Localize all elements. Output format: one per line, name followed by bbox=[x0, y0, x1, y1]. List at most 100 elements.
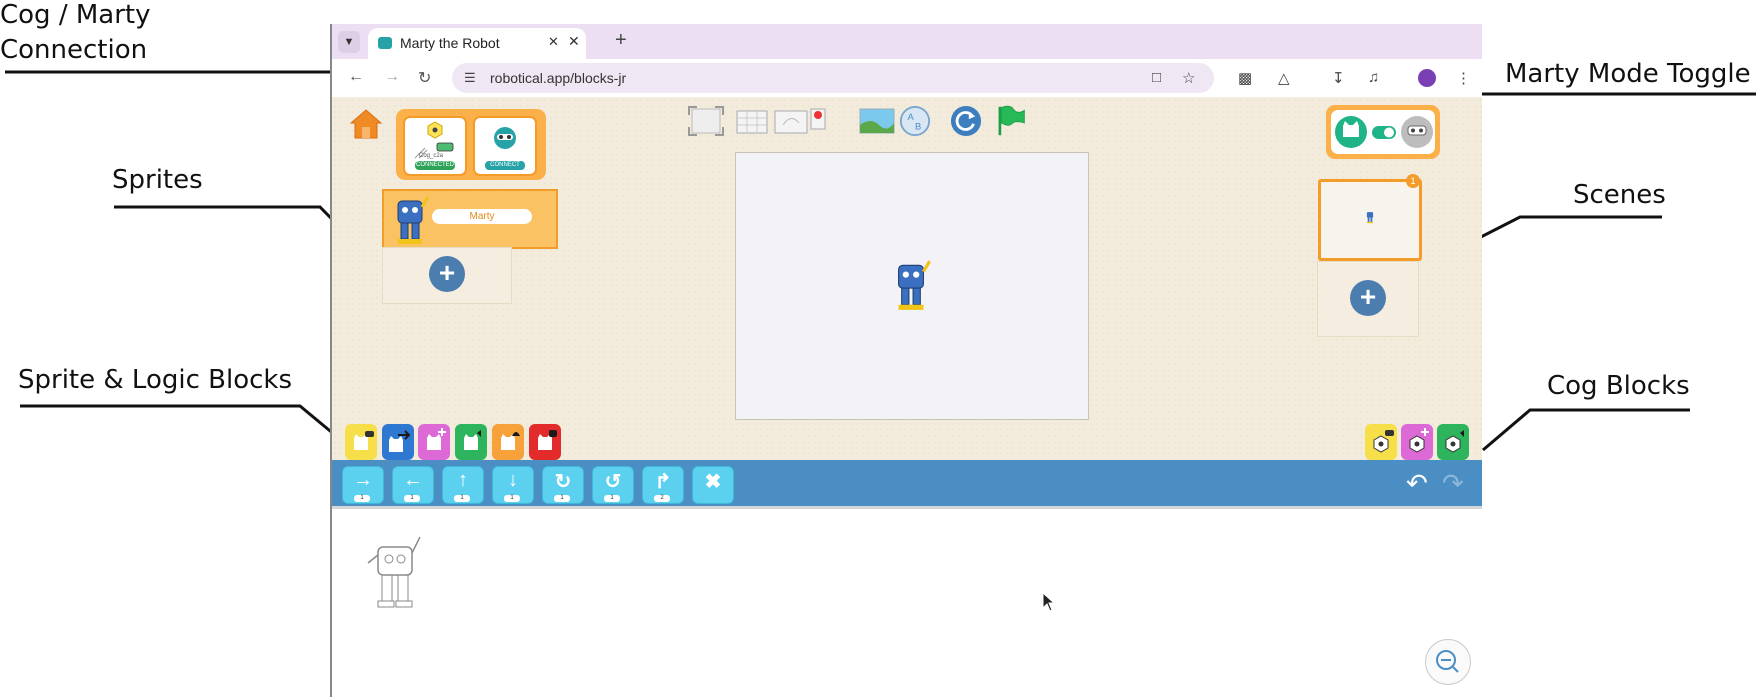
turn-right-icon: ↻ bbox=[554, 471, 572, 493]
callout-cog-connection: Cog / Marty Connection bbox=[0, 0, 151, 65]
block-count: 1 bbox=[554, 495, 570, 502]
presentation-icon[interactable] bbox=[773, 105, 827, 137]
turn-left-icon: ↺ bbox=[604, 471, 622, 493]
sprite-name-label: Marty bbox=[432, 209, 532, 224]
undo-icon[interactable]: ↶ bbox=[1406, 468, 1428, 499]
zoom-out-button[interactable] bbox=[1425, 639, 1471, 685]
mode-toggle-graphic bbox=[1335, 116, 1433, 148]
move-up-block[interactable]: ↑ 1 bbox=[442, 466, 484, 504]
cog-id-text: Cog_c2a bbox=[419, 153, 444, 159]
add-scene-button[interactable]: + bbox=[1350, 280, 1386, 316]
turn-left-block[interactable]: ↺ 1 bbox=[592, 466, 634, 504]
script-workspace[interactable] bbox=[332, 506, 1482, 697]
reload-icon[interactable]: ↻ bbox=[418, 68, 431, 88]
block-palette: → 1 ← 1 ↑ 1 ↓ 1 ↻ 1 ↺ 1 ↱ 2 ✖ ↶ ↷ bbox=[332, 460, 1482, 506]
new-tab-icon[interactable]: + bbox=[615, 29, 627, 52]
turn-right-block[interactable]: ↻ 1 bbox=[542, 466, 584, 504]
hop-icon: ↱ bbox=[654, 471, 672, 493]
stage[interactable] bbox=[735, 152, 1089, 420]
move-down-icon: ↓ bbox=[508, 469, 518, 491]
cog-icon: Cog_c2a bbox=[414, 121, 454, 159]
grid-icon[interactable] bbox=[735, 105, 769, 137]
category-motion-button[interactable] bbox=[382, 424, 414, 460]
bookmark-star-icon[interactable]: ☆ bbox=[1182, 69, 1195, 87]
sprite-card[interactable]: Marty bbox=[382, 189, 558, 249]
tab-title: Marty the Robot bbox=[400, 35, 500, 51]
address-bar[interactable]: ☰ robotical.app/blocks-jr □ ☆ bbox=[452, 63, 1214, 93]
browser-toolbar: ← → ↻ ☰ robotical.app/blocks-jr □ ☆ ▩ △ … bbox=[332, 59, 1482, 97]
forward-icon[interactable]: → bbox=[384, 68, 400, 86]
cog-trigger-button[interactable] bbox=[1365, 424, 1397, 460]
more-icon[interactable]: ⋮ bbox=[1456, 69, 1471, 87]
green-flag-icon[interactable] bbox=[994, 105, 1028, 137]
block-count: 2 bbox=[654, 495, 670, 502]
cog-sound-button[interactable] bbox=[1437, 424, 1469, 460]
text-icon[interactable]: A B bbox=[898, 105, 932, 137]
category-looks-button[interactable] bbox=[418, 424, 450, 460]
move-up-icon: ↑ bbox=[458, 469, 468, 491]
category-trigger-button[interactable] bbox=[345, 424, 377, 460]
home-icon[interactable] bbox=[350, 109, 382, 139]
add-sprite-area: + bbox=[382, 247, 512, 304]
category-sound-button[interactable] bbox=[455, 424, 487, 460]
url-text: robotical.app/blocks-jr bbox=[490, 70, 627, 86]
reset-icon[interactable] bbox=[949, 105, 983, 137]
connection-panel: Cog_c2a CONNECTED CONNECT bbox=[396, 109, 546, 180]
move-right-icon: → bbox=[353, 469, 373, 491]
marty-connect-badge: CONNECT bbox=[485, 161, 525, 170]
add-sprite-button[interactable]: + bbox=[429, 256, 465, 292]
hop-block[interactable]: ↱ 2 bbox=[642, 466, 684, 504]
svg-text:B: B bbox=[915, 120, 921, 131]
marty-sprite-icon bbox=[397, 196, 430, 244]
add-scene-area: + bbox=[1317, 261, 1419, 337]
active-tab[interactable]: Marty the Robot ✕ ✕ bbox=[368, 28, 586, 59]
scene-number-badge: 1 bbox=[1406, 174, 1420, 188]
move-left-block[interactable]: ← 1 bbox=[392, 466, 434, 504]
move-right-block[interactable]: → 1 bbox=[342, 466, 384, 504]
marty-face-icon bbox=[494, 127, 516, 149]
back-icon[interactable]: ← bbox=[348, 68, 364, 86]
go-home-icon: ✖ bbox=[704, 471, 722, 493]
tab-search-icon[interactable]: ▼ bbox=[338, 31, 360, 53]
fullscreen-icon[interactable] bbox=[687, 105, 725, 137]
move-left-icon: ← bbox=[403, 469, 423, 491]
media-icon[interactable]: ♫ bbox=[1368, 69, 1379, 86]
callout-cog-blocks: Cog Blocks bbox=[1547, 371, 1690, 401]
stage-marty-sprite[interactable] bbox=[888, 257, 934, 313]
bluetooth-icon: ✕ bbox=[548, 34, 559, 49]
category-end-button[interactable] bbox=[529, 424, 561, 460]
favicon-icon bbox=[378, 37, 392, 49]
block-count: 1 bbox=[504, 495, 520, 502]
install-icon[interactable]: □ bbox=[1152, 69, 1161, 86]
move-down-block[interactable]: ↓ 1 bbox=[492, 466, 534, 504]
svg-text:A: A bbox=[907, 111, 914, 122]
site-settings-icon[interactable]: ☰ bbox=[464, 70, 476, 86]
redo-icon[interactable]: ↷ bbox=[1442, 468, 1464, 499]
category-control-button[interactable] bbox=[492, 424, 524, 460]
cog-looks-button[interactable] bbox=[1401, 424, 1433, 460]
mode-toggle[interactable] bbox=[1331, 110, 1435, 154]
go-home-block[interactable]: ✖ bbox=[692, 466, 734, 504]
callout-mode-toggle: Marty Mode Toggle bbox=[1505, 59, 1751, 89]
browser-window: ▼ Marty the Robot ✕ ✕ + ← → ↻ ☰ robotica… bbox=[330, 24, 1482, 697]
cog-blocks-leader bbox=[1482, 408, 1690, 452]
downloads-icon[interactable]: ↧ bbox=[1332, 69, 1345, 87]
mode-toggle-panel bbox=[1326, 105, 1440, 159]
marty-connection-button[interactable]: CONNECT bbox=[473, 116, 537, 176]
marty-app: Cog_c2a CONNECTED CONNECT Marty + A B 1 … bbox=[332, 97, 1482, 460]
profile-icon[interactable] bbox=[1418, 69, 1436, 87]
callout-sprites: Sprites bbox=[112, 165, 203, 195]
sprite-outline-icon bbox=[367, 536, 421, 608]
cog-connection-button[interactable]: Cog_c2a CONNECTED bbox=[403, 116, 467, 176]
background-icon[interactable] bbox=[859, 105, 895, 137]
callout-scenes: Scenes bbox=[1573, 180, 1666, 210]
zoom-out-icon bbox=[1436, 650, 1459, 673]
close-icon[interactable]: ✕ bbox=[568, 33, 580, 50]
scene-card[interactable] bbox=[1318, 179, 1422, 261]
scene-thumbnail-icon bbox=[1366, 212, 1374, 224]
sprite-logic-blocks-leader bbox=[20, 404, 342, 442]
extensions-icon[interactable]: ▩ bbox=[1238, 69, 1252, 87]
block-count: 1 bbox=[604, 495, 620, 502]
block-count: 1 bbox=[454, 495, 470, 502]
labs-icon[interactable]: △ bbox=[1278, 69, 1290, 87]
